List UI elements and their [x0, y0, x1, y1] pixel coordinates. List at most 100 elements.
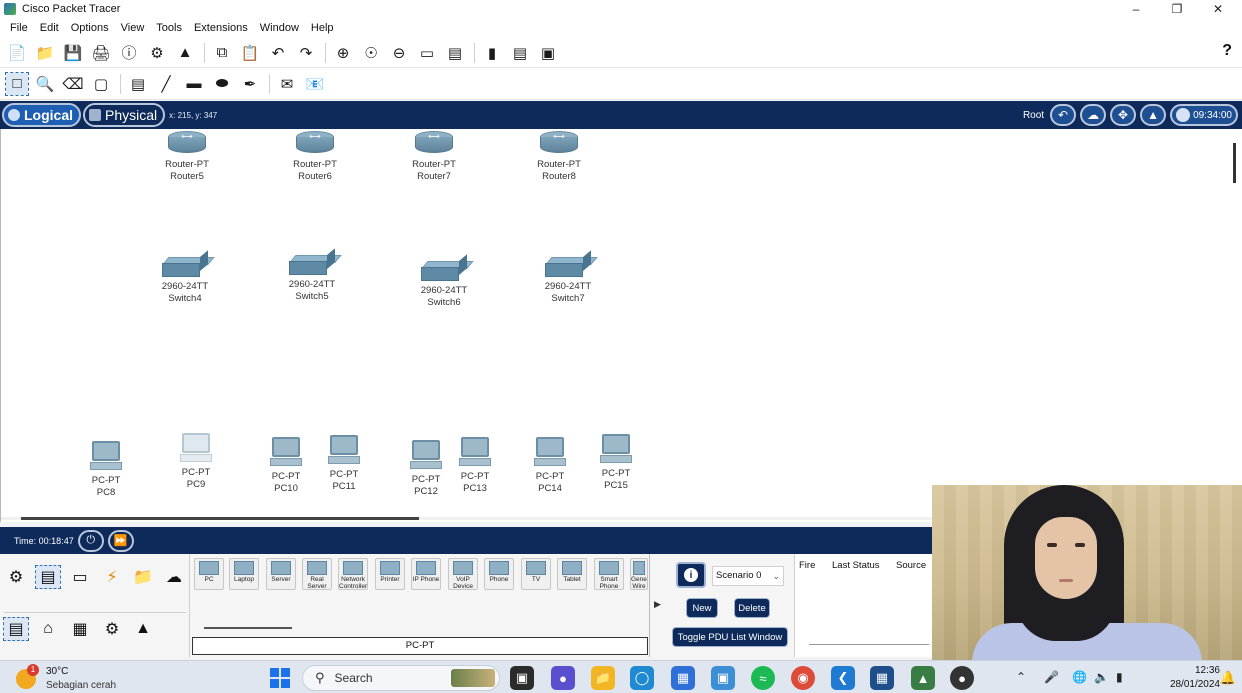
- pc-device[interactable]: PC-PT PC12: [405, 440, 447, 498]
- device-tile-network-controller[interactable]: Network Controller: [338, 558, 368, 590]
- router-device[interactable]: ⟷ Router-PT Router7: [408, 131, 460, 183]
- end-devices-icon[interactable]: ▤: [35, 565, 61, 589]
- move-icon[interactable]: ✥: [1110, 104, 1137, 126]
- switch-device[interactable]: 2960-24TT Switch5: [284, 248, 342, 303]
- delete-icon[interactable]: ⌫: [62, 73, 84, 95]
- packet-tracer-taskbar-icon[interactable]: ▲: [911, 666, 935, 690]
- tab-logical[interactable]: Logical: [2, 103, 82, 127]
- windows-start-icon[interactable]: [270, 668, 290, 688]
- redo-icon[interactable]: ↷: [295, 42, 317, 64]
- smart-city-icon[interactable]: ▦: [68, 618, 92, 640]
- logical-workspace[interactable]: ⟷ Router-PT Router5 ⟷ Router-PT Router6 …: [0, 129, 1242, 522]
- device-tile-tablet[interactable]: Tablet: [557, 558, 587, 590]
- components-icon[interactable]: ▭: [68, 566, 92, 588]
- menu-view[interactable]: View: [115, 22, 151, 34]
- device-tile-ip-phone[interactable]: IP Phone: [411, 558, 441, 590]
- notification-bell-icon[interactable]: 🔔: [1220, 670, 1236, 686]
- zoom-out-icon[interactable]: ⊖: [388, 42, 410, 64]
- miscellaneous-icon[interactable]: 📁: [131, 566, 155, 588]
- workspace-horizontal-scrollbar[interactable]: [21, 517, 419, 520]
- power-cycle-icon[interactable]: ⏻: [77, 529, 104, 552]
- show-hidden-icons-icon[interactable]: ⌃: [1016, 670, 1026, 684]
- file-explorer-icon[interactable]: 📁: [591, 666, 615, 690]
- industrial-icon[interactable]: ⚙: [100, 618, 124, 640]
- router-device[interactable]: ⟷ Router-PT Router6: [289, 131, 341, 183]
- device-tile-generic-wire[interactable]: Generic Wire: [630, 558, 648, 590]
- router-device[interactable]: ⟷ Router-PT Router5: [161, 131, 213, 183]
- help-button[interactable]: ?: [1222, 42, 1232, 60]
- pc-device[interactable]: PC-PT PC9: [175, 433, 217, 491]
- add-complex-pdu-icon[interactable]: 📧: [304, 73, 326, 95]
- menu-window[interactable]: Window: [254, 22, 305, 34]
- minimize-button[interactable]: –: [1116, 0, 1156, 18]
- zoom-reset-icon[interactable]: ☉: [360, 42, 382, 64]
- device-tile-laptop[interactable]: Laptop: [229, 558, 259, 590]
- menu-file[interactable]: File: [4, 22, 34, 34]
- cloud-icon[interactable]: ☁: [1080, 104, 1107, 126]
- network-icon[interactable]: 🌐: [1072, 670, 1087, 684]
- device-strip-scrollbar[interactable]: [204, 627, 292, 629]
- panel-expand-arrow-icon[interactable]: ▶: [654, 599, 661, 610]
- delete-scenario-button[interactable]: Delete: [734, 598, 770, 618]
- toggle-pdu-list-button[interactable]: Toggle PDU List Window: [672, 627, 788, 647]
- pdu-list-scrollbar[interactable]: [809, 644, 929, 645]
- device-tile-real-server[interactable]: Real Server: [302, 558, 332, 590]
- menu-extensions[interactable]: Extensions: [188, 22, 254, 34]
- switch-device[interactable]: 2960-24TT Switch7: [540, 250, 598, 305]
- tab-physical[interactable]: Physical: [83, 103, 166, 127]
- taskbar-search[interactable]: ⚲ Search: [302, 665, 500, 691]
- drawing-palette-icon[interactable]: ▭: [416, 42, 438, 64]
- freeform-icon[interactable]: ✒: [239, 73, 261, 95]
- maximize-button[interactable]: ❐: [1157, 0, 1197, 18]
- home-devices-icon[interactable]: ⌂: [36, 618, 60, 640]
- menu-options[interactable]: Options: [65, 22, 115, 34]
- router-device[interactable]: ⟷ Router-PT Router8: [533, 131, 585, 183]
- place-note-icon[interactable]: ▤: [127, 73, 149, 95]
- pc-device[interactable]: PC-PT PC14: [529, 437, 571, 495]
- back-icon[interactable]: ↶: [1050, 104, 1077, 126]
- draw-rectangle-icon[interactable]: ▬: [183, 73, 205, 95]
- pc-device[interactable]: PC-PT PC13: [454, 437, 496, 495]
- menu-edit[interactable]: Edit: [34, 22, 65, 34]
- resize-shape-icon[interactable]: ▢: [90, 73, 112, 95]
- volume-icon[interactable]: 🔈: [1094, 670, 1109, 684]
- image-icon[interactable]: ▣: [537, 42, 559, 64]
- weather-widget[interactable]: 1 30°C Sebagian cerah: [16, 663, 136, 693]
- inspect-icon[interactable]: 🔍: [34, 73, 56, 95]
- device-tile-tv[interactable]: TV: [521, 558, 551, 590]
- device-tile-printer[interactable]: Printer: [375, 558, 405, 590]
- microphone-icon[interactable]: 🎤: [1044, 670, 1059, 684]
- copy-icon[interactable]: ⧉: [211, 42, 233, 64]
- switch-device[interactable]: 2960-24TT Switch4: [157, 250, 215, 305]
- select-tool-icon[interactable]: □: [5, 71, 29, 96]
- column-header-source[interactable]: Source: [896, 560, 926, 571]
- connections-icon[interactable]: ⚡: [100, 566, 124, 588]
- print-icon[interactable]: 🖨: [90, 42, 112, 64]
- draw-line-icon[interactable]: ╱: [155, 73, 177, 95]
- activity-wizard-icon[interactable]: ▲: [174, 42, 196, 64]
- menu-tools[interactable]: Tools: [150, 22, 188, 34]
- device-tile-voip-device[interactable]: VoIP Device: [448, 558, 478, 590]
- chat-icon[interactable]: ●: [551, 666, 575, 690]
- power-grid-icon[interactable]: ▲: [131, 618, 155, 640]
- virtualbox-icon[interactable]: ▦: [870, 666, 894, 690]
- undo-icon[interactable]: ↶: [267, 42, 289, 64]
- scenario-info-button[interactable]: i: [676, 562, 706, 588]
- taskbar-clock[interactable]: 12:36 28/01/2024: [1170, 664, 1220, 692]
- spotify-icon[interactable]: ≈: [751, 666, 775, 690]
- battery-icon[interactable]: ▮: [1116, 670, 1123, 684]
- column-header-last-status[interactable]: Last Status: [832, 560, 880, 571]
- workspace-clock[interactable]: 09:34:00: [1170, 104, 1238, 126]
- open-folder-icon[interactable]: 📁: [34, 42, 56, 64]
- viewport-icon[interactable]: ▮: [481, 42, 503, 64]
- new-scenario-button[interactable]: New: [686, 598, 718, 618]
- device-tile-pc[interactable]: PC: [194, 558, 224, 590]
- edge-browser-icon[interactable]: ◯: [630, 666, 654, 690]
- background-image-icon[interactable]: ▲: [1140, 104, 1167, 126]
- draw-ellipse-icon[interactable]: ⬬: [211, 73, 233, 95]
- photos-icon[interactable]: ▣: [711, 666, 735, 690]
- pc-device[interactable]: PC-PT PC8: [85, 441, 127, 499]
- zoom-in-icon[interactable]: ⊕: [332, 42, 354, 64]
- paste-icon[interactable]: 📋: [239, 42, 261, 64]
- device-tile-server[interactable]: Server: [266, 558, 296, 590]
